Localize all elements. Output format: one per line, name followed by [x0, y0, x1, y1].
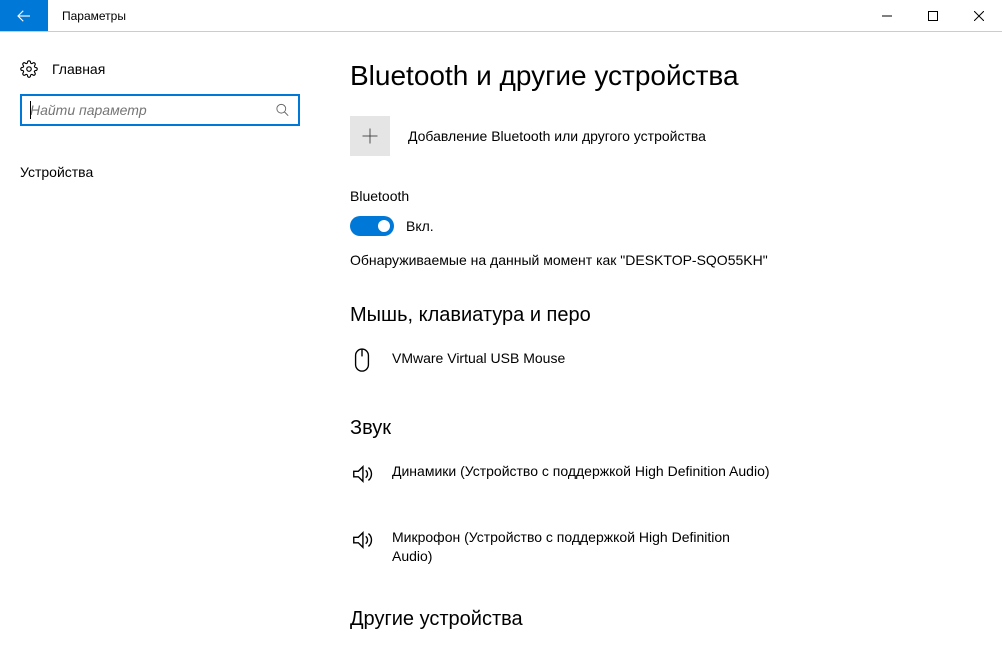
- device-name: Динамики (Устройство с поддержкой High D…: [392, 460, 770, 481]
- plus-icon: [360, 126, 380, 146]
- bluetooth-toggle[interactable]: [350, 216, 394, 236]
- maximize-button[interactable]: [910, 0, 956, 31]
- device-row-mouse[interactable]: VMware Virtual USB Mouse: [350, 341, 962, 401]
- mouse-icon: [350, 347, 374, 375]
- search-box[interactable]: [20, 94, 300, 126]
- bluetooth-state-label: Вкл.: [406, 218, 434, 234]
- maximize-icon: [928, 11, 938, 21]
- group-heading-sound: Звук: [350, 417, 962, 440]
- group-heading-other: Другие устройства: [350, 608, 962, 631]
- close-button[interactable]: [956, 0, 1002, 31]
- text-caret: [30, 101, 31, 119]
- minimize-icon: [882, 11, 892, 21]
- speaker-icon: [350, 526, 374, 554]
- add-device-label: Добавление Bluetooth или другого устройс…: [408, 128, 706, 144]
- toggle-knob: [378, 220, 390, 232]
- speaker-icon: [350, 460, 374, 488]
- add-device-row[interactable]: Добавление Bluetooth или другого устройс…: [350, 116, 962, 156]
- device-name: VMware Virtual USB Mouse: [392, 347, 565, 368]
- titlebar: Параметры: [0, 0, 1002, 32]
- window-controls: [864, 0, 1002, 31]
- sidebar-category-devices[interactable]: Устройства: [20, 164, 300, 180]
- device-row-speakers[interactable]: Динамики (Устройство с поддержкой High D…: [350, 454, 962, 520]
- home-link[interactable]: Главная: [20, 50, 300, 88]
- bluetooth-heading: Bluetooth: [350, 188, 962, 204]
- add-device-button[interactable]: [350, 116, 390, 156]
- back-button[interactable]: [0, 0, 48, 31]
- gear-icon: [20, 60, 38, 78]
- back-arrow-icon: [15, 7, 33, 25]
- search-icon: [275, 102, 290, 118]
- discoverable-text: Обнаруживаемые на данный момент как "DES…: [350, 252, 962, 268]
- home-label: Главная: [52, 61, 105, 77]
- close-icon: [974, 11, 984, 21]
- search-input[interactable]: [30, 102, 275, 118]
- page-title: Bluetooth и другие устройства: [350, 60, 962, 92]
- minimize-button[interactable]: [864, 0, 910, 31]
- main-content: Bluetooth и другие устройства Добавление…: [320, 32, 1002, 663]
- sidebar: Главная Устройства: [0, 32, 320, 663]
- device-name: Микрофон (Устройство с поддержкой High D…: [392, 526, 772, 566]
- device-row-mic[interactable]: Микрофон (Устройство с поддержкой High D…: [350, 520, 962, 598]
- window-title: Параметры: [48, 0, 126, 31]
- group-heading-mouse: Мышь, клавиатура и перо: [350, 304, 962, 327]
